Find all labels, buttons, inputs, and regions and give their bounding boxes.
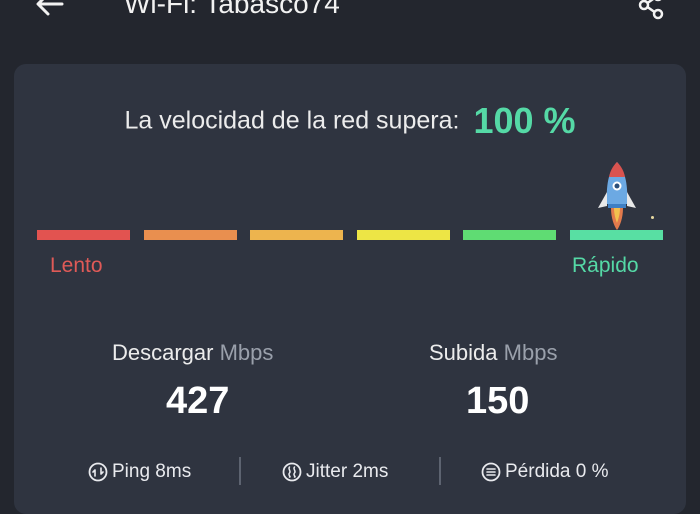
speed-scale-segment: [37, 230, 130, 240]
speed-scale-segment: [144, 230, 237, 240]
upload-unit: Mbps: [503, 340, 558, 365]
rocket-icon: [598, 162, 636, 230]
footer-divider: [239, 457, 241, 485]
download-label: Descargar Mbps: [112, 340, 273, 366]
upload-label: Subida Mbps: [429, 340, 557, 366]
download-value: 427: [166, 380, 230, 422]
speed-headline: La velocidad de la red supera: 100 %: [0, 100, 700, 142]
speed-headline-label: La velocidad de la red supera:: [124, 106, 460, 135]
page-title: Wi-Fi: Tabasco74: [124, 0, 340, 19]
jitter-stat: Jitter 2ms: [282, 461, 388, 483]
back-arrow-icon[interactable]: [34, 0, 66, 20]
download-label-text: Descargar: [112, 340, 214, 365]
packet-loss-text: Pérdida 0 %: [505, 461, 609, 482]
upload-label-text: Subida: [429, 340, 498, 365]
ping-text: Ping 8ms: [112, 461, 192, 482]
ping-stat: Ping 8ms: [88, 461, 191, 483]
speed-percent: 100 %: [473, 100, 576, 141]
speed-scale-segment: [357, 230, 450, 240]
scale-slow-label: Lento: [50, 254, 103, 277]
speed-scale-segment: [250, 230, 343, 240]
share-icon[interactable]: [636, 0, 666, 20]
scale-fast-label: Rápido: [572, 254, 639, 277]
jitter-text: Jitter 2ms: [306, 461, 389, 482]
spark-dot: [651, 216, 654, 219]
speed-scale-segment: [463, 230, 556, 240]
ping-icon: [88, 462, 108, 482]
jitter-icon: [282, 462, 302, 482]
top-bar: Wi-Fi: Tabasco74: [0, 0, 700, 40]
packet-loss-icon: [481, 462, 501, 482]
download-unit: Mbps: [219, 340, 274, 365]
footer-divider: [439, 457, 441, 485]
upload-value: 150: [466, 380, 530, 422]
packet-loss-stat: Pérdida 0 %: [481, 461, 609, 483]
